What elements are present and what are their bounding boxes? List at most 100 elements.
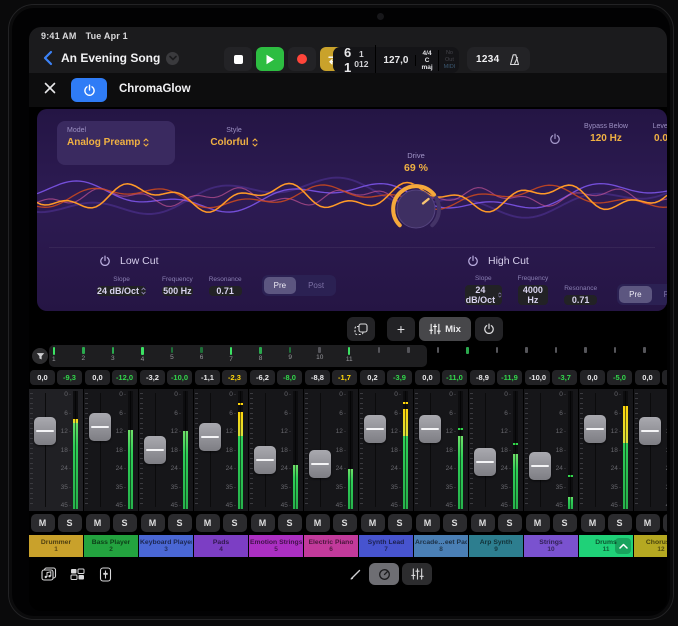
- lcd-display[interactable]: 6 1 1 012 127,0 4/4 C maj No Out MIDI: [333, 47, 459, 73]
- metronome-icon[interactable]: [508, 53, 521, 66]
- pre-button[interactable]: Pre: [619, 286, 651, 303]
- mute-button[interactable]: M: [581, 514, 605, 532]
- solo-button[interactable]: S: [498, 514, 522, 532]
- controls-view-button[interactable]: [369, 563, 399, 585]
- mixer-power-button[interactable]: [475, 317, 503, 341]
- fader-db-value[interactable]: 0,0: [635, 370, 660, 385]
- track-name-footer[interactable]: Drums 11: [579, 535, 633, 557]
- fader-db-value[interactable]: 0,0: [580, 370, 605, 385]
- fader-db-value[interactable]: -10,0: [525, 370, 550, 385]
- high-cut-resonance[interactable]: Resonance 0.71: [564, 285, 597, 305]
- mute-button[interactable]: M: [196, 514, 220, 532]
- browser-button[interactable]: [39, 564, 59, 584]
- low-cut-resonance[interactable]: Resonance 0.71: [209, 276, 242, 296]
- bypass-power-toggle[interactable]: [549, 133, 561, 145]
- fader-db-value[interactable]: -8,9: [470, 370, 495, 385]
- post-button[interactable]: Post: [298, 277, 334, 294]
- song-title[interactable]: An Evening Song: [61, 51, 179, 65]
- solo-button[interactable]: S: [388, 514, 412, 532]
- fader-db-value[interactable]: 0,0: [30, 370, 55, 385]
- track-name-footer[interactable]: Arcade…eet Pad 8: [414, 535, 468, 557]
- fader-db-value[interactable]: -1,1: [195, 370, 220, 385]
- track-name-footer[interactable]: Arp Synth 9: [469, 535, 523, 557]
- stack-collapse-button[interactable]: [615, 538, 631, 554]
- volume-fader[interactable]: [34, 417, 56, 445]
- volume-fader[interactable]: [364, 415, 386, 443]
- bar-ruler[interactable]: 1234567891011: [29, 345, 667, 367]
- fader-db-value[interactable]: -6,2: [250, 370, 275, 385]
- volume-fader[interactable]: [419, 415, 441, 443]
- power-icon[interactable]: [99, 255, 111, 267]
- model-selector[interactable]: Model Analog Preamp: [57, 121, 175, 165]
- pre-button[interactable]: Pre: [264, 277, 296, 294]
- track-name-footer[interactable]: Bass Player 2: [84, 535, 138, 557]
- solo-button[interactable]: S: [278, 514, 302, 532]
- edit-button[interactable]: [345, 564, 365, 584]
- record-button[interactable]: [288, 47, 316, 71]
- mute-button[interactable]: M: [251, 514, 275, 532]
- fader-db-value[interactable]: 0,2: [360, 370, 385, 385]
- track-name-footer[interactable]: Chorus V 12: [634, 535, 667, 557]
- style-selector[interactable]: Style Colorful: [189, 127, 279, 148]
- track-name-footer[interactable]: Drummer 1: [29, 535, 83, 557]
- volume-fader[interactable]: [639, 417, 661, 445]
- mix-view-button[interactable]: Mix: [419, 317, 471, 341]
- duplicate-button[interactable]: [347, 317, 375, 341]
- bypass-below-control[interactable]: Bypass Below 120 Hz: [575, 123, 637, 144]
- high-cut-slope[interactable]: Slope 24 dB/Oct: [465, 275, 502, 305]
- volume-fader[interactable]: [254, 446, 276, 474]
- solo-button[interactable]: S: [58, 514, 82, 532]
- add-track-button[interactable]: +: [387, 317, 415, 341]
- low-cut-slope[interactable]: Slope 24 dB/Oct: [97, 276, 146, 296]
- count-in-button[interactable]: 1234: [476, 54, 499, 65]
- mute-button[interactable]: M: [306, 514, 330, 532]
- stop-button[interactable]: [224, 47, 252, 71]
- volume-fader[interactable]: [584, 415, 606, 443]
- fader-db-value[interactable]: -3,2: [140, 370, 165, 385]
- mixer-view-button[interactable]: [402, 563, 432, 585]
- volume-fader[interactable]: [529, 452, 551, 480]
- volume-fader[interactable]: [199, 423, 221, 451]
- fader-view-button[interactable]: [95, 564, 115, 584]
- mute-button[interactable]: M: [361, 514, 385, 532]
- mute-button[interactable]: M: [86, 514, 110, 532]
- level-control[interactable]: Level 0.0: [641, 123, 667, 144]
- track-name-footer[interactable]: Synth Lead 7: [359, 535, 413, 557]
- track-name-footer[interactable]: Keyboard Player 3: [139, 535, 193, 557]
- play-button[interactable]: [256, 47, 284, 71]
- plugins-button[interactable]: [67, 564, 87, 584]
- low-cut-frequency[interactable]: Frequency 500 Hz: [162, 276, 193, 296]
- mute-button[interactable]: M: [636, 514, 660, 532]
- mute-button[interactable]: M: [31, 514, 55, 532]
- mute-button[interactable]: M: [526, 514, 550, 532]
- solo-button[interactable]: S: [333, 514, 357, 532]
- post-button[interactable]: Post: [654, 286, 667, 303]
- solo-button[interactable]: S: [223, 514, 247, 532]
- volume-fader[interactable]: [89, 413, 111, 441]
- high-cut-frequency[interactable]: Frequency 4000 Hz: [518, 275, 549, 305]
- solo-button[interactable]: S: [443, 514, 467, 532]
- solo-button[interactable]: S: [553, 514, 577, 532]
- mute-button[interactable]: M: [471, 514, 495, 532]
- fader-db-value[interactable]: -8,8: [305, 370, 330, 385]
- solo-button[interactable]: S: [608, 514, 632, 532]
- track-name-footer[interactable]: Pads 4: [194, 535, 248, 557]
- mute-button[interactable]: M: [416, 514, 440, 532]
- drive-knob[interactable]: [388, 181, 444, 237]
- back-button[interactable]: [41, 49, 57, 67]
- volume-fader[interactable]: [144, 436, 166, 464]
- fader-db-value[interactable]: 0,0: [85, 370, 110, 385]
- solo-button[interactable]: S: [113, 514, 137, 532]
- volume-fader[interactable]: [474, 448, 496, 476]
- volume-fader[interactable]: [309, 450, 331, 478]
- mute-button[interactable]: M: [141, 514, 165, 532]
- track-name-footer[interactable]: Electric Piano 6: [304, 535, 358, 557]
- solo-button[interactable]: S: [168, 514, 192, 532]
- track-name-footer[interactable]: Strings 10: [524, 535, 578, 557]
- solo-button[interactable]: S: [663, 514, 668, 532]
- plugin-power-button[interactable]: [71, 78, 107, 102]
- track-name-footer[interactable]: Emotion Strings 5: [249, 535, 303, 557]
- power-icon[interactable]: [467, 255, 479, 267]
- close-plugin-button[interactable]: [43, 81, 61, 99]
- fader-db-value[interactable]: 0,0: [415, 370, 440, 385]
